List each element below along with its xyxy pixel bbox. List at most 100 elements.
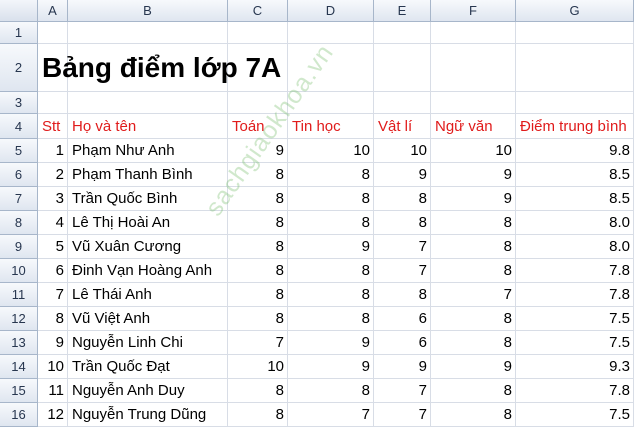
table-cell-tin[interactable]: 8 (288, 307, 374, 331)
table-cell-tb[interactable]: 7.8 (516, 259, 634, 283)
table-cell-ly[interactable]: 8 (374, 211, 431, 235)
row-header-2[interactable]: 2 (0, 44, 38, 92)
column-header-e[interactable]: E (374, 0, 431, 22)
table-cell-tin[interactable]: 7 (288, 403, 374, 427)
table-cell-toan[interactable]: 8 (228, 187, 288, 211)
grid-cell[interactable] (38, 22, 68, 44)
table-cell-name[interactable]: Nguyễn Trung Dũng (68, 403, 228, 427)
table-cell-tb[interactable]: 7.8 (516, 379, 634, 403)
table-cell-tb[interactable]: 7.5 (516, 307, 634, 331)
table-cell-van[interactable]: 7 (431, 283, 516, 307)
column-header-c[interactable]: C (228, 0, 288, 22)
table-cell-ly[interactable]: 8 (374, 187, 431, 211)
table-cell-stt[interactable]: 3 (38, 187, 68, 211)
table-cell-van[interactable]: 8 (431, 403, 516, 427)
table-cell-ly[interactable]: 9 (374, 355, 431, 379)
column-header-g[interactable]: G (516, 0, 634, 22)
table-cell-van[interactable]: 8 (431, 379, 516, 403)
table-cell-tb[interactable]: 8.0 (516, 211, 634, 235)
header-ngu-van[interactable]: Ngữ văn (431, 114, 516, 139)
table-cell-tb[interactable]: 9.3 (516, 355, 634, 379)
table-cell-ly[interactable]: 7 (374, 235, 431, 259)
row-header-1[interactable]: 1 (0, 22, 38, 44)
table-cell-tb[interactable]: 7.5 (516, 331, 634, 355)
table-cell-van[interactable]: 9 (431, 355, 516, 379)
table-cell-name[interactable]: Trần Quốc Đạt (68, 355, 228, 379)
spreadsheet-grid[interactable]: A B C D E F G 1 2 3 4 5 6 7 8 9 10 11 12 13 14 15 16 Bảng điểm … (0, 0, 634, 427)
row-header-4[interactable]: 4 (0, 114, 38, 139)
table-cell-toan[interactable]: 8 (228, 403, 288, 427)
table-cell-van[interactable]: 10 (431, 139, 516, 163)
table-cell-van[interactable]: 8 (431, 235, 516, 259)
grid-cell[interactable] (374, 22, 431, 44)
table-cell-toan[interactable]: 8 (228, 307, 288, 331)
table-cell-van[interactable]: 8 (431, 259, 516, 283)
grid-cell[interactable] (288, 44, 374, 92)
table-cell-toan[interactable]: 8 (228, 259, 288, 283)
table-cell-van[interactable]: 9 (431, 163, 516, 187)
table-cell-tin[interactable]: 9 (288, 355, 374, 379)
row-header-11[interactable]: 11 (0, 283, 38, 307)
table-cell-tin[interactable]: 10 (288, 139, 374, 163)
grid-cell[interactable] (68, 22, 228, 44)
header-tin-hoc[interactable]: Tin học (288, 114, 374, 139)
table-cell-ly[interactable]: 7 (374, 379, 431, 403)
table-cell-van[interactable]: 8 (431, 331, 516, 355)
grid-cell[interactable] (516, 92, 634, 114)
table-cell-toan[interactable]: 8 (228, 163, 288, 187)
table-cell-toan[interactable]: 8 (228, 379, 288, 403)
grid-cell[interactable] (374, 44, 431, 92)
grid-cell[interactable] (431, 22, 516, 44)
table-cell-stt[interactable]: 7 (38, 283, 68, 307)
table-cell-name[interactable]: Lê Thái Anh (68, 283, 228, 307)
table-cell-tb[interactable]: 8.5 (516, 163, 634, 187)
table-cell-tb[interactable]: 7.5 (516, 403, 634, 427)
grid-cell[interactable] (431, 92, 516, 114)
table-cell-tin[interactable]: 8 (288, 211, 374, 235)
table-cell-stt[interactable]: 5 (38, 235, 68, 259)
grid-cell[interactable] (38, 92, 68, 114)
grid-cell[interactable] (431, 44, 516, 92)
table-cell-ly[interactable]: 8 (374, 283, 431, 307)
table-cell-tin[interactable]: 8 (288, 259, 374, 283)
table-cell-ly[interactable]: 10 (374, 139, 431, 163)
row-header-15[interactable]: 15 (0, 379, 38, 403)
table-cell-stt[interactable]: 6 (38, 259, 68, 283)
column-header-b[interactable]: B (68, 0, 228, 22)
table-cell-stt[interactable]: 4 (38, 211, 68, 235)
table-cell-tb[interactable]: 9.8 (516, 139, 634, 163)
table-cell-ly[interactable]: 6 (374, 331, 431, 355)
grid-cell[interactable] (68, 92, 228, 114)
row-header-9[interactable]: 9 (0, 235, 38, 259)
table-cell-name[interactable]: Vũ Xuân Cương (68, 235, 228, 259)
row-header-12[interactable]: 12 (0, 307, 38, 331)
header-toan[interactable]: Toán (228, 114, 288, 139)
table-cell-stt[interactable]: 9 (38, 331, 68, 355)
table-cell-ly[interactable]: 7 (374, 259, 431, 283)
table-cell-tb[interactable]: 8.0 (516, 235, 634, 259)
row-header-10[interactable]: 10 (0, 259, 38, 283)
table-cell-tb[interactable]: 8.5 (516, 187, 634, 211)
table-cell-tin[interactable]: 8 (288, 163, 374, 187)
header-vat-li[interactable]: Vật lí (374, 114, 431, 139)
table-cell-name[interactable]: Lê Thị Hoài An (68, 211, 228, 235)
table-cell-toan[interactable]: 10 (228, 355, 288, 379)
header-diem-trung-binh[interactable]: Điểm trung bình (516, 114, 634, 139)
table-cell-stt[interactable]: 8 (38, 307, 68, 331)
row-header-8[interactable]: 8 (0, 211, 38, 235)
row-header-3[interactable]: 3 (0, 92, 38, 114)
table-cell-van[interactable]: 8 (431, 211, 516, 235)
table-cell-ly[interactable]: 7 (374, 403, 431, 427)
table-cell-tin[interactable]: 8 (288, 379, 374, 403)
table-cell-toan[interactable]: 8 (228, 211, 288, 235)
table-cell-tin[interactable]: 9 (288, 331, 374, 355)
header-stt[interactable]: Stt (38, 114, 68, 139)
table-cell-toan[interactable]: 8 (228, 283, 288, 307)
grid-cell[interactable] (288, 22, 374, 44)
grid-cell[interactable] (516, 44, 634, 92)
table-cell-tin[interactable]: 8 (288, 283, 374, 307)
table-cell-tin[interactable]: 9 (288, 235, 374, 259)
column-header-a[interactable]: A (38, 0, 68, 22)
grid-cell[interactable] (374, 92, 431, 114)
table-cell-toan[interactable]: 7 (228, 331, 288, 355)
